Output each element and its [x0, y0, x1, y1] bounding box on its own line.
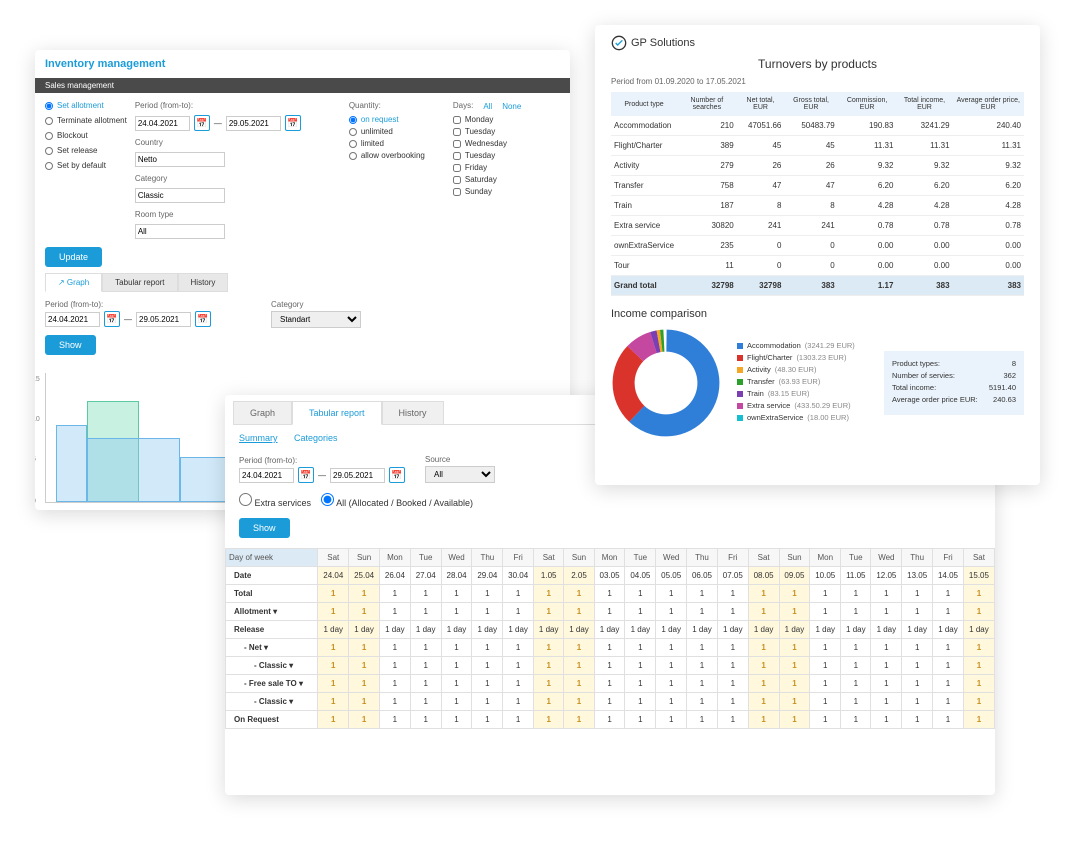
show-button[interactable]: Show	[45, 335, 96, 355]
graph-from-input[interactable]	[45, 312, 100, 327]
radio-set-by-default[interactable]: Set by default	[45, 161, 127, 170]
roomtype-label: Room type	[135, 210, 301, 219]
category-input[interactable]	[135, 188, 225, 203]
period-to-input[interactable]	[226, 116, 281, 131]
tab-tabular-report[interactable]: Tabular report	[102, 273, 177, 292]
period-label-2: Period (from-to):	[45, 300, 211, 309]
mtab-history[interactable]: History	[382, 401, 444, 424]
period-label: Period (from-to):	[135, 101, 301, 110]
tr-period-label: Period (from-to):	[239, 456, 405, 465]
table-row: Train187884.284.284.28	[611, 196, 1024, 216]
chart-title: Income comparison	[611, 308, 1024, 320]
chart-legend: Accommodation (3241.29 EUR) Flight/Charte…	[737, 341, 868, 425]
table-row: Accommodation21047051.6650483.79190.8332…	[611, 116, 1024, 136]
source-select[interactable]: All	[425, 466, 495, 483]
legend-item: ownExtraService (18.00 EUR)	[737, 413, 868, 422]
calendar-icon[interactable]: 📅	[195, 311, 211, 327]
graph-category-label: Category	[271, 300, 361, 309]
allotment-radios: Set allotment Terminate allotment Blockout…	[45, 101, 127, 239]
qty-on-request[interactable]: on request	[349, 115, 425, 124]
tr-show-button[interactable]: Show	[239, 518, 290, 538]
day-friday[interactable]: Friday	[453, 163, 521, 172]
update-button[interactable]: Update	[45, 247, 102, 267]
brand-logo: GP Solutions	[611, 35, 1024, 51]
qty-limited[interactable]: limited	[349, 139, 425, 148]
summary-row: Number of servies:362	[892, 371, 1016, 380]
table-row: Extra service308202412410.780.780.78	[611, 216, 1024, 236]
radio-set-release[interactable]: Set release	[45, 146, 127, 155]
report-period: Period from 01.09.2020 to 17.05.2021	[611, 77, 1024, 86]
day-monday[interactable]: Monday	[453, 115, 521, 124]
qty-unlimited[interactable]: unlimited	[349, 127, 425, 136]
summary-box: Product types:8 Number of servies:362 Tota…	[884, 351, 1024, 415]
country-input[interactable]	[135, 152, 225, 167]
legend-item: Transfer (63.93 EUR)	[737, 377, 868, 386]
calendar-icon[interactable]: 📅	[104, 311, 120, 327]
mtab-graph[interactable]: Graph	[233, 401, 292, 424]
donut-chart	[611, 328, 721, 438]
legend-item: Extra service (433.50.29 EUR)	[737, 401, 868, 410]
tab-graph[interactable]: ↗ Graph	[45, 273, 102, 292]
table-row: Transfer75847476.206.206.20	[611, 176, 1024, 196]
day-wednesday[interactable]: Wednesday	[453, 139, 521, 148]
summary-row: Average order price EUR:240.63	[892, 395, 1016, 404]
days-all-link[interactable]: All	[483, 102, 492, 111]
tab-history[interactable]: History	[178, 273, 229, 292]
summary-row: Total income:5191.40	[892, 383, 1016, 392]
days-none-link[interactable]: None	[502, 102, 521, 111]
all-radio[interactable]: All (Allocated / Booked / Available)	[321, 498, 473, 508]
subtab-summary[interactable]: Summary	[239, 433, 278, 443]
extra-services-radio[interactable]: Extra services	[239, 498, 311, 508]
mtab-tabular-report[interactable]: Tabular report	[292, 401, 382, 425]
qty-allow-overbooking[interactable]: allow overbooking	[349, 151, 425, 160]
radio-set-allotment[interactable]: Set allotment	[45, 101, 127, 110]
day-saturday[interactable]: Saturday	[453, 175, 521, 184]
category-label: Category	[135, 174, 301, 183]
table-row: Tour11000.000.000.00	[611, 256, 1024, 276]
quantity-label: Quantity:	[349, 101, 425, 110]
graph-to-input[interactable]	[136, 312, 191, 327]
radio-terminate-allotment[interactable]: Terminate allotment	[45, 116, 127, 125]
calendar-icon[interactable]: 📅	[298, 467, 314, 483]
page-title: Inventory management	[35, 50, 570, 78]
source-label: Source	[425, 455, 495, 464]
legend-item: Flight/Charter (1303.23 EUR)	[737, 353, 868, 362]
graph-category-select[interactable]: Standart	[271, 311, 361, 328]
radio-blockout[interactable]: Blockout	[45, 131, 127, 140]
calendar-icon[interactable]: 📅	[389, 467, 405, 483]
summary-row: Product types:8	[892, 359, 1016, 368]
turnovers-card: GP Solutions Turnovers by products Perio…	[595, 25, 1040, 485]
legend-item: Activity (48.30 EUR)	[737, 365, 868, 374]
calendar-icon[interactable]: 📅	[194, 115, 210, 131]
period-from-input[interactable]	[135, 116, 190, 131]
allotment-table: Day of weekSatSunMonTueWedThuFriSatSunMo…	[225, 548, 995, 729]
section-bar: Sales management	[35, 78, 570, 93]
day-tuesday[interactable]: Tuesday	[453, 127, 521, 136]
roomtype-input[interactable]	[135, 224, 225, 239]
tr-to-input[interactable]	[330, 468, 385, 483]
days-label: Days:	[453, 101, 473, 110]
report-title: Turnovers by products	[611, 57, 1024, 71]
table-row: Flight/Charter389454511.3111.3111.31	[611, 136, 1024, 156]
country-label: Country	[135, 138, 301, 147]
table-row: ownExtraService235000.000.000.00	[611, 236, 1024, 256]
tr-from-input[interactable]	[239, 468, 294, 483]
turnovers-table: Product typeNumber of searchesNet total,…	[611, 92, 1024, 296]
day-sunday[interactable]: Sunday	[453, 187, 521, 196]
day-tuesday[interactable]: Tuesday	[453, 151, 521, 160]
calendar-icon[interactable]: 📅	[285, 115, 301, 131]
subtab-categories[interactable]: Categories	[294, 433, 338, 443]
table-row: Activity27926269.329.329.32	[611, 156, 1024, 176]
legend-item: Accommodation (3241.29 EUR)	[737, 341, 868, 350]
legend-item: Train (83.15 EUR)	[737, 389, 868, 398]
